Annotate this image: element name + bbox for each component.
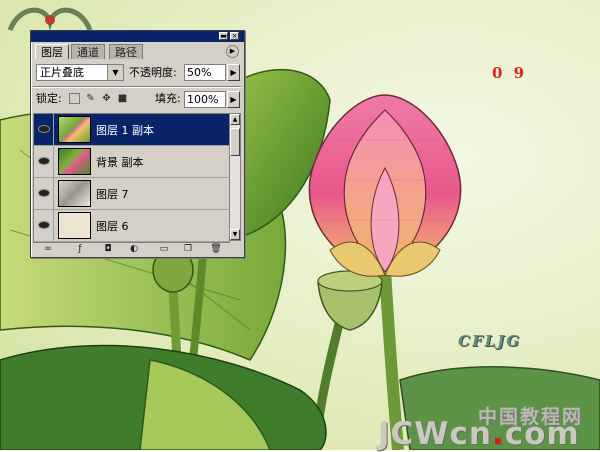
fill-slider-button[interactable]: ▶ — [227, 91, 240, 108]
fill-input[interactable]: 100% — [184, 91, 226, 108]
mask-icon[interactable]: ◘ — [101, 243, 115, 255]
scroll-thumb[interactable] — [230, 128, 240, 156]
layers-bottom-toolbar: ∞ ƒ ◘ ◐ ▭ ❐ 🗑 — [33, 243, 241, 255]
layer-name: 图层 7 — [96, 188, 129, 201]
scroll-up-icon[interactable]: ▲ — [230, 114, 240, 125]
palette-tabs: 图层 通道 路径 ▶ — [33, 44, 241, 59]
opacity-input[interactable]: 50% — [184, 64, 226, 81]
lock-label: 锁定: — [36, 92, 62, 105]
layer-name: 图层 1 副本 — [96, 124, 154, 137]
link-icon[interactable]: ∞ — [41, 243, 55, 255]
new-group-icon[interactable]: ▭ — [157, 243, 171, 255]
layer-thumbnail — [58, 180, 91, 207]
watermark-tail: com — [504, 416, 580, 452]
watermark-english: JCWcn.com — [378, 416, 580, 452]
palette-titlebar[interactable]: ▬ × — [31, 31, 244, 42]
visibility-eye-icon[interactable] — [34, 178, 54, 209]
blend-opacity-row: 正片叠底 ▼ 不透明度: 50% ▶ — [33, 63, 241, 83]
visibility-eye-icon[interactable] — [34, 210, 54, 241]
lock-fill-row: 锁定: ✎ ✥ ■ 填充: 100% ▶ — [33, 90, 241, 110]
tab-channels[interactable]: 通道 — [71, 44, 105, 59]
layer-thumbnail — [58, 116, 91, 143]
layers-list[interactable]: 图层 1 副本 背景 副本 图层 7 图层 6 — [33, 113, 230, 243]
blend-mode-select[interactable]: 正片叠底 ▼ — [36, 64, 124, 81]
layer-row[interactable]: 图层 6 — [34, 210, 229, 242]
close-button[interactable]: × — [230, 32, 239, 40]
fill-label: 填充: — [155, 92, 181, 105]
lock-transparency-icon[interactable] — [69, 93, 80, 104]
adjustment-layer-icon[interactable]: ◐ — [127, 243, 141, 255]
watermark-main: JCWcn — [378, 416, 492, 452]
palette-menu-icon[interactable]: ▶ — [226, 45, 239, 58]
layer-row[interactable]: 图层 1 副本 — [34, 114, 229, 146]
new-layer-icon[interactable]: ❐ — [181, 243, 195, 255]
scroll-down-icon[interactable]: ▼ — [230, 229, 240, 240]
layers-palette[interactable]: ▬ × 图层 通道 路径 ▶ 正片叠底 ▼ 不透明度: 50% ▶ 锁定: ✎ … — [30, 30, 245, 258]
trash-icon[interactable]: 🗑 — [209, 243, 223, 255]
opacity-slider-button[interactable]: ▶ — [227, 64, 240, 81]
layer-name: 图层 6 — [96, 220, 129, 233]
layer-thumbnail — [58, 148, 91, 175]
opacity-label: 不透明度: — [129, 66, 177, 79]
visibility-eye-icon[interactable] — [34, 146, 54, 177]
step-number: 0 9 — [492, 64, 528, 82]
lock-paint-icon[interactable]: ✎ — [85, 93, 96, 104]
layer-row[interactable]: 背景 副本 — [34, 146, 229, 178]
divider — [33, 86, 241, 88]
blend-mode-value: 正片叠底 — [40, 66, 84, 79]
layers-scrollbar[interactable]: ▲ ▼ — [229, 113, 241, 241]
lock-all-icon[interactable]: ■ — [117, 93, 128, 104]
logo-text: CFLJG — [458, 332, 522, 350]
watermark-dot: . — [491, 416, 505, 452]
tab-layers[interactable]: 图层 — [35, 44, 69, 59]
lock-position-icon[interactable]: ✥ — [101, 93, 112, 104]
layer-style-icon[interactable]: ƒ — [73, 243, 87, 255]
layer-row[interactable]: 图层 7 — [34, 178, 229, 210]
tab-paths[interactable]: 路径 — [109, 44, 143, 59]
layer-thumbnail — [58, 212, 91, 239]
layer-name: 背景 副本 — [96, 156, 144, 169]
dropdown-arrow-icon[interactable]: ▼ — [107, 65, 123, 80]
minimize-button[interactable]: ▬ — [219, 32, 228, 40]
visibility-eye-icon[interactable] — [34, 114, 54, 145]
